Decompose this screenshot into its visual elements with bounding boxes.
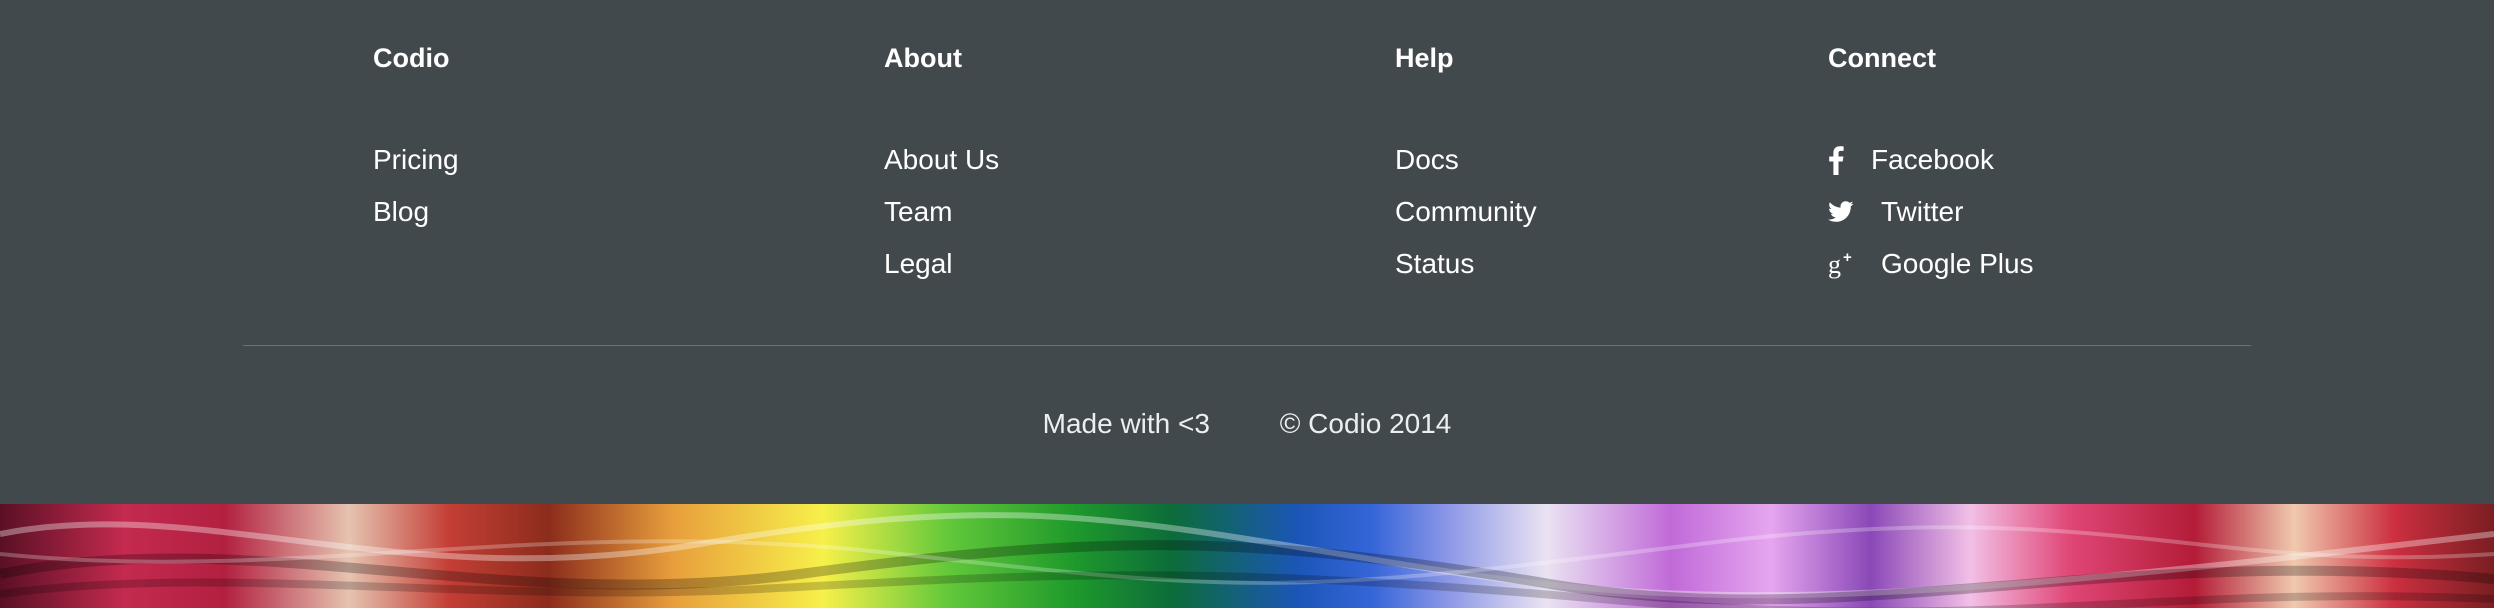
footer-links-about: About Us Team Legal <box>884 134 999 290</box>
twitter-label: Twitter <box>1881 196 1964 227</box>
facebook-icon <box>1828 140 1871 180</box>
footer-bottom: Made with <3 © Codio 2014 <box>0 402 2494 446</box>
footer-column-about: About About Us Team Legal <box>884 38 999 290</box>
footer-link-status[interactable]: Status <box>1395 238 1537 290</box>
footer-link-legal[interactable]: Legal <box>884 238 999 290</box>
google-plus-icon: g + <box>1828 244 1881 284</box>
footer-links-connect: Facebook Twitter g + Google Plus <box>1828 134 2034 290</box>
footer-heading-connect: Connect <box>1828 43 1936 73</box>
footer-link-about-us[interactable]: About Us <box>884 134 999 186</box>
footer-column-codio: Codio Pricing Blog <box>373 38 459 238</box>
footer-heading-about: About <box>884 43 962 73</box>
footer-link-team[interactable]: Team <box>884 186 999 238</box>
footer-link-docs[interactable]: Docs <box>1395 134 1537 186</box>
site-footer: Codio Pricing Blog About About Us Team L… <box>0 0 2494 504</box>
footer-links-codio: Pricing Blog <box>373 134 459 238</box>
footer-links-help: Docs Community Status <box>1395 134 1537 290</box>
banner-swirl-overlay <box>0 512 2494 608</box>
svg-text:+: + <box>1843 249 1852 266</box>
footer-column-connect: Connect Facebook Twitter g + Google Plus <box>1828 38 2034 290</box>
footer-link-community[interactable]: Community <box>1395 186 1537 238</box>
made-with-text: Made with <3 <box>1042 408 1210 439</box>
footer-link-facebook[interactable]: Facebook <box>1828 134 2034 186</box>
decorative-banner-image <box>0 504 2494 608</box>
footer-divider <box>243 345 2251 346</box>
footer-link-blog[interactable]: Blog <box>373 186 459 238</box>
footer-link-twitter[interactable]: Twitter <box>1828 186 2034 238</box>
footer-link-google-plus[interactable]: g + Google Plus <box>1828 238 2034 290</box>
footer-link-pricing[interactable]: Pricing <box>373 134 459 186</box>
twitter-icon <box>1828 192 1881 232</box>
footer-column-help: Help Docs Community Status <box>1395 38 1537 290</box>
footer-heading-help: Help <box>1395 43 1454 73</box>
google-plus-label: Google Plus <box>1881 248 2034 279</box>
copyright-text: © Codio 2014 <box>1279 408 1452 439</box>
svg-text:g: g <box>1828 250 1841 279</box>
footer-heading-codio: Codio <box>373 43 450 73</box>
facebook-label: Facebook <box>1871 144 1994 175</box>
